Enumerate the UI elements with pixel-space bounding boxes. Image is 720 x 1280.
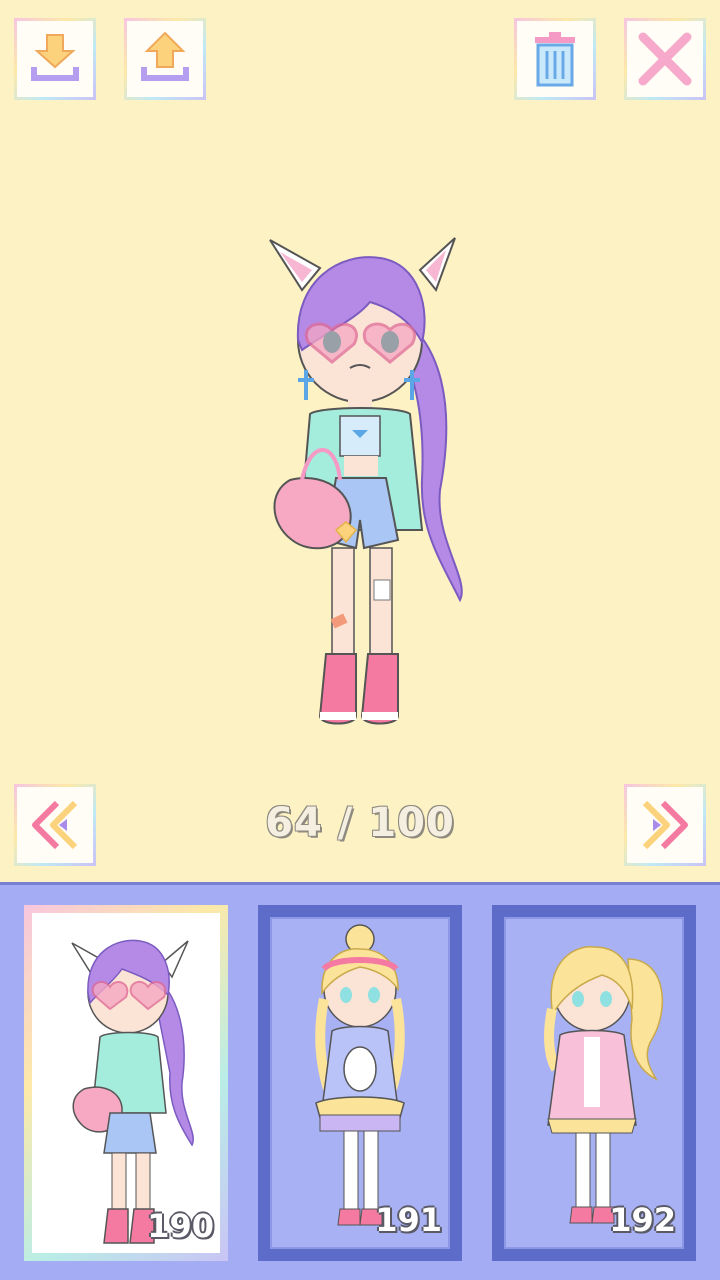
- gallery-slot-192[interactable]: 192: [492, 905, 696, 1261]
- character-thumbnail: [71, 939, 194, 1244]
- character-thumbnail: [315, 924, 405, 1226]
- page-counter: 64 / 100: [265, 800, 455, 846]
- outfit-number: 192: [609, 1201, 676, 1239]
- close-button[interactable]: [624, 18, 706, 100]
- character-figure: [269, 237, 463, 725]
- upload-button[interactable]: [124, 18, 206, 100]
- character-stage[interactable]: [0, 110, 720, 770]
- gallery-slot-190[interactable]: 190: [24, 905, 228, 1261]
- outfit-number: 190: [147, 1207, 214, 1245]
- gallery-slot-191[interactable]: 191: [258, 905, 462, 1261]
- outfit-gallery: 190 191 192: [0, 882, 720, 1280]
- download-button[interactable]: [14, 18, 96, 100]
- trash-icon: [535, 32, 575, 87]
- outfit-number: 191: [375, 1201, 442, 1239]
- close-icon: [638, 32, 692, 86]
- upload-icon: [141, 31, 189, 81]
- delete-button[interactable]: [514, 18, 596, 100]
- character-thumbnail: [544, 946, 663, 1224]
- next-button[interactable]: [624, 784, 706, 866]
- double-chevron-right-icon: [642, 800, 688, 850]
- download-icon: [31, 34, 79, 81]
